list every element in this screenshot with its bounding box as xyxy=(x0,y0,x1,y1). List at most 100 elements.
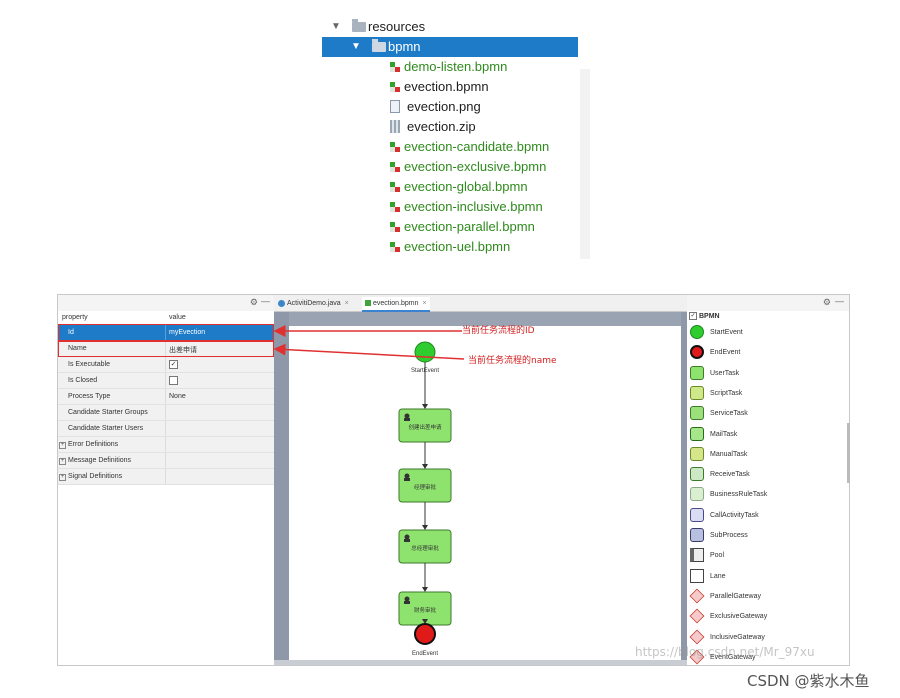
property-key: Message Definitions xyxy=(68,457,132,464)
chevron-down-icon[interactable]: ▼ xyxy=(350,37,362,57)
property-row-is-executable[interactable]: Is Executable ✓ xyxy=(58,357,274,373)
gear-icon[interactable]: ⚙ xyxy=(823,297,831,308)
property-row-is-closed[interactable]: Is Closed xyxy=(58,373,274,389)
manual-task-icon xyxy=(690,446,704,461)
minimize-icon[interactable]: — xyxy=(835,296,844,306)
bpmn-palette: ⚙ — ✓ BPMN StartEvent EndEvent UserTask Scri… xyxy=(687,295,850,665)
tree-item-label: evection.png xyxy=(407,99,481,114)
palette-item-label: ManualTask xyxy=(710,450,748,458)
tree-item-evection-uel-bpmn[interactable]: evection-uel.bpmn xyxy=(322,237,578,257)
palette-item-receivetask[interactable]: ReceiveTask xyxy=(690,467,840,483)
properties-panel: ⚙ — property value Id myEvection Name 出差申请 I… xyxy=(58,295,274,665)
column-divider xyxy=(165,373,166,388)
palette-item-subprocess[interactable]: SubProcess xyxy=(690,528,840,544)
property-row-message-definitions[interactable]: + Message Definitions xyxy=(58,453,274,469)
palette-item-inclusivegateway[interactable]: InclusiveGateway xyxy=(689,629,840,646)
property-key: Candidate Starter Groups xyxy=(68,409,148,416)
palette-item-startevent[interactable]: StartEvent xyxy=(690,325,840,341)
expand-icon[interactable]: + xyxy=(59,474,66,481)
checkbox[interactable] xyxy=(169,376,178,385)
palette-item-mailtask[interactable]: MailTask xyxy=(690,426,840,443)
tree-item-evection-png[interactable]: evection.png xyxy=(322,97,578,117)
palette-item-exclusivegateway[interactable]: ExclusiveGateway xyxy=(689,608,840,625)
start-event[interactable] xyxy=(414,341,436,363)
property-row-process-type[interactable]: Process Type None xyxy=(58,389,274,405)
user-icon xyxy=(404,473,410,479)
user-icon-body xyxy=(404,539,410,542)
task-label: 经理审批 xyxy=(414,483,437,491)
palette-item-label: ExclusiveGateway xyxy=(710,613,768,621)
column-divider xyxy=(165,357,166,372)
property-key: Signal Definitions xyxy=(68,473,123,480)
minimize-icon[interactable]: — xyxy=(261,296,270,306)
close-icon[interactable]: × xyxy=(345,300,349,307)
expand-icon[interactable]: + xyxy=(59,442,66,449)
task-label: 财务审批 xyxy=(414,606,437,614)
exclusive-gateway-icon xyxy=(689,608,705,624)
tree-item-evection-exclusive-bpmn[interactable]: evection-exclusive.bpmn xyxy=(322,157,578,177)
tree-item-resources[interactable]: ▼ resources xyxy=(322,17,578,37)
palette-item-label: ScriptTask xyxy=(710,389,743,397)
property-column-header: property xyxy=(62,314,88,321)
mail-task-icon xyxy=(690,426,704,441)
tree-item-evection-parallel-bpmn[interactable]: evection-parallel.bpmn xyxy=(322,217,578,237)
pool-icon xyxy=(690,548,704,563)
checkbox[interactable]: ✓ xyxy=(169,360,178,369)
column-divider xyxy=(165,405,166,420)
palette-header[interactable]: ✓ BPMN xyxy=(689,312,720,320)
folder-icon xyxy=(352,19,366,32)
properties-toolbar: ⚙ — xyxy=(58,295,274,311)
palette-item-scripttask[interactable]: ScriptTask xyxy=(690,385,840,402)
chevron-down-icon[interactable]: ▼ xyxy=(330,17,342,37)
name-highlight-box xyxy=(58,341,274,357)
tree-item-evection-zip[interactable]: evection.zip xyxy=(322,117,578,137)
service-task-icon xyxy=(690,406,704,421)
palette-item-servicetask[interactable]: ServiceTask xyxy=(690,406,840,422)
palette-item-label: Pool xyxy=(710,552,725,560)
tree-item-evection-candidate-bpmn[interactable]: evection-candidate.bpmn xyxy=(322,137,578,157)
palette-item-manualtask[interactable]: ManualTask xyxy=(690,446,840,463)
tree-item-evection-bpmn[interactable]: evection.bpmn xyxy=(322,77,578,97)
tree-item-label: evection-global.bpmn xyxy=(404,179,528,194)
palette-scrollbar[interactable] xyxy=(847,423,850,483)
property-value[interactable]: None xyxy=(169,393,186,400)
property-row-error-definitions[interactable]: + Error Definitions xyxy=(58,437,274,453)
palette-item-endevent[interactable]: EndEvent xyxy=(690,345,840,361)
url-watermark: https://blog.csdn.net/Mr_97xu xyxy=(635,645,815,659)
tab-evection-bpmn[interactable]: evection.bpmn × xyxy=(362,297,430,312)
palette-item-label: StartEvent xyxy=(710,329,743,336)
tree-item-demo-listen-bpmn[interactable]: demo-listen.bpmn xyxy=(322,57,578,77)
tree-item-evection-inclusive-bpmn[interactable]: evection-inclusive.bpmn xyxy=(322,197,578,217)
property-row-candidate-starter-users[interactable]: Candidate Starter Users xyxy=(58,421,274,437)
palette-item-usertask[interactable]: UserTask xyxy=(690,365,840,382)
tree-item-label: evection.zip xyxy=(407,119,476,134)
column-divider xyxy=(165,421,166,436)
end-event[interactable] xyxy=(414,623,436,645)
property-key: Is Closed xyxy=(68,377,98,384)
palette-item-label: ServiceTask xyxy=(710,410,748,418)
palette-item-pool[interactable]: Pool xyxy=(690,548,840,564)
tree-item-label: resources xyxy=(368,19,426,34)
palette-item-lane[interactable]: Lane xyxy=(690,568,840,585)
inclusive-gateway-icon xyxy=(689,629,705,644)
tree-item-bpmn[interactable]: ▼ bpmn xyxy=(322,37,578,57)
bpmn-file-icon xyxy=(390,222,400,232)
tree-item-label: demo-listen.bpmn xyxy=(404,59,508,74)
property-row-candidate-starter-groups[interactable]: Candidate Starter Groups xyxy=(58,405,274,421)
bpmn-file-icon xyxy=(365,300,371,307)
property-key: Error Definitions xyxy=(68,441,119,448)
collapse-checkbox-icon[interactable]: ✓ xyxy=(689,312,697,320)
palette-header-label: BPMN xyxy=(699,312,720,320)
gear-icon[interactable]: ⚙ xyxy=(250,297,258,308)
palette-item-businessruletask[interactable]: BusinessRuleTask xyxy=(690,487,840,503)
tree-item-evection-global-bpmn[interactable]: evection-global.bpmn xyxy=(322,177,578,197)
palette-item-parallelgateway[interactable]: ParallelGateway xyxy=(689,588,840,605)
close-icon[interactable]: × xyxy=(422,300,426,307)
palette-item-callactivitytask[interactable]: CallActivityTask xyxy=(690,507,840,524)
property-row-signal-definitions[interactable]: + Signal Definitions xyxy=(58,469,274,485)
tree-scrollbar[interactable] xyxy=(580,69,590,259)
tab-activitidemo-java[interactable]: ActivitiDemo.java × xyxy=(278,297,349,310)
expand-icon[interactable]: + xyxy=(59,458,66,465)
bpmn-file-icon xyxy=(390,62,400,72)
end-event-icon xyxy=(690,345,704,360)
